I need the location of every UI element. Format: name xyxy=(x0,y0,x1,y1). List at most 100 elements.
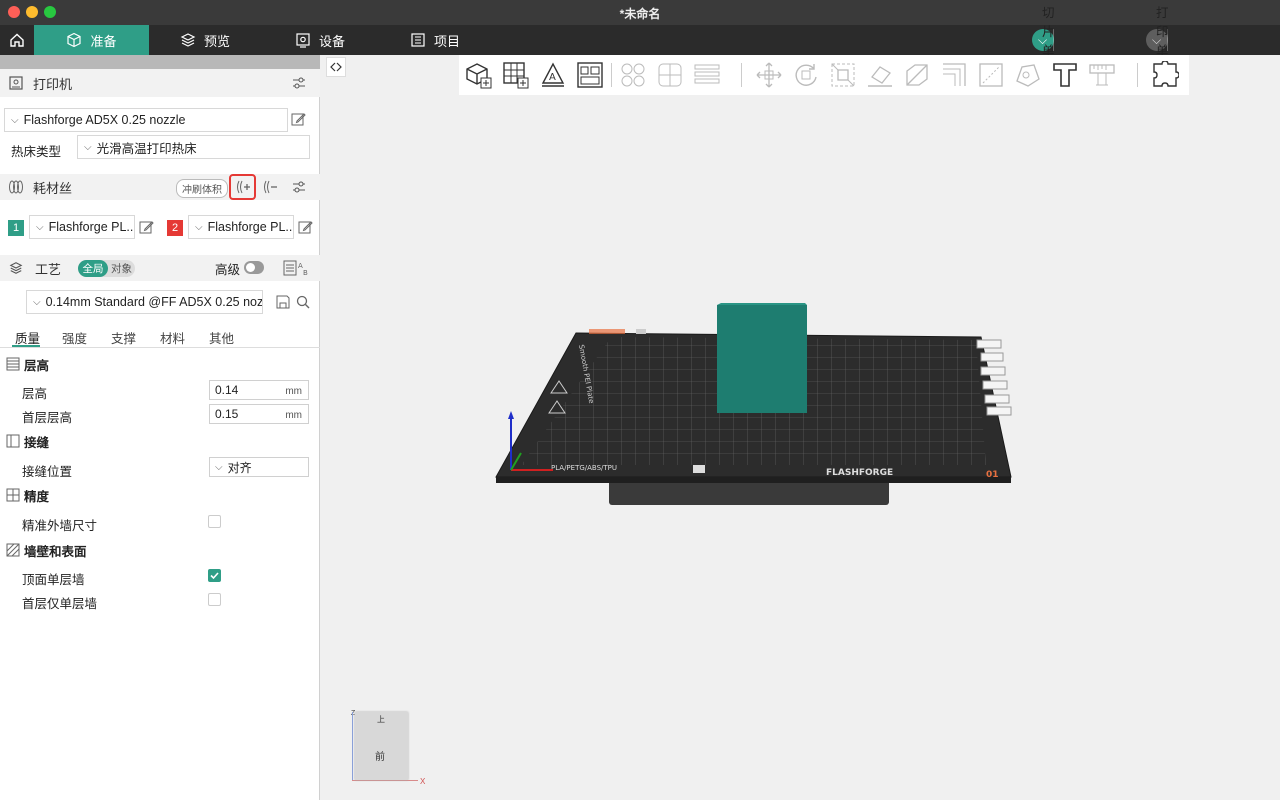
home-icon xyxy=(10,33,24,47)
search-icon[interactable] xyxy=(296,295,310,309)
add-filament-icon xyxy=(236,180,250,194)
layers-icon xyxy=(9,262,23,274)
cut-button[interactable] xyxy=(901,59,933,91)
layers-icon xyxy=(180,33,196,47)
add-object-button[interactable] xyxy=(463,59,495,91)
split-parts-button[interactable] xyxy=(654,59,686,91)
toolbar-separator xyxy=(741,63,742,87)
rotate-icon xyxy=(795,64,817,86)
tab-support[interactable]: 支撑 xyxy=(111,328,136,347)
plate-label-tab xyxy=(589,329,625,334)
tab-others[interactable]: 其他 xyxy=(209,328,234,347)
view-cube-z-axis xyxy=(352,712,353,780)
build-plate[interactable]: PLA/PETG/ABS/TPU FLASHFORGE 01 Smooth PE… xyxy=(481,285,1041,515)
split-objects-button[interactable] xyxy=(617,59,649,91)
first-layer-single-wall-label: 首层仅单层墙 xyxy=(22,597,98,611)
color-paint-button[interactable] xyxy=(1012,59,1044,91)
tab-strength[interactable]: 强度 xyxy=(62,328,87,347)
auto-orient-button[interactable]: A xyxy=(537,59,569,91)
view-cube-front-face[interactable]: 上 前 xyxy=(355,712,408,780)
add-plate-button[interactable] xyxy=(500,59,532,91)
edit-filament-1-icon[interactable] xyxy=(139,220,154,235)
layer-height-unit: mm xyxy=(285,386,302,397)
compare-presets-icon[interactable]: AB xyxy=(283,260,311,276)
bed-type-select[interactable]: ⌵ 光滑高温打印热床 xyxy=(77,135,310,159)
home-button[interactable] xyxy=(0,25,34,55)
group-layer-height: 层高 xyxy=(0,353,320,375)
chevron-down-icon: ⌵ xyxy=(84,141,92,153)
printer-title: 打印机 xyxy=(33,76,73,92)
support-paint-icon xyxy=(943,63,966,86)
toolbar-separator xyxy=(1137,63,1138,87)
slice-plate-button[interactable]: ⌵ 切片单盘 xyxy=(1032,6,1055,77)
layers-edit-button[interactable] xyxy=(691,59,723,91)
arrange-button[interactable] xyxy=(574,59,606,91)
scale-button[interactable] xyxy=(827,59,859,91)
color-paint-icon xyxy=(1016,64,1040,87)
view-cube[interactable]: Z X 上 前 xyxy=(351,710,431,790)
puzzle-icon xyxy=(1153,61,1179,87)
first-layer-height-value: 0.15 xyxy=(215,407,239,421)
3d-viewport[interactable]: A PLA/PETG/ABS/TPU FLASHFORGE 01 Smooth … xyxy=(321,55,1280,800)
move-icon xyxy=(756,62,782,88)
tab-project[interactable]: 项目 xyxy=(395,25,475,55)
toggle-object[interactable]: 对象 xyxy=(108,260,135,277)
lay-on-face-button[interactable] xyxy=(864,59,896,91)
settings-sliders-icon[interactable] xyxy=(292,76,306,90)
edit-filament-2-icon[interactable] xyxy=(298,220,313,235)
bed-type-value: 光滑高温打印热床 xyxy=(96,141,197,156)
plate-logo-mark xyxy=(693,465,705,473)
print-plate-button[interactable]: ⌵ 打印单盘 xyxy=(1146,6,1169,77)
tab-project-label: 项目 xyxy=(433,33,460,49)
filament-settings-icon[interactable] xyxy=(292,180,306,194)
tab-prepare[interactable]: 准备 xyxy=(34,25,149,55)
save-preset-icon[interactable] xyxy=(276,295,290,309)
layer-height-input[interactable]: 0.14 mm xyxy=(209,380,309,400)
view-cube-top-label: 上 xyxy=(377,715,385,724)
text-tool-button[interactable] xyxy=(1049,59,1081,91)
advanced-switch[interactable] xyxy=(244,261,264,274)
tab-preview-label: 预览 xyxy=(203,33,230,49)
filament-spool-icon xyxy=(9,180,23,194)
process-preset-select[interactable]: ⌵ 0.14mm Standard @FF AD5X 0.25 nozz... xyxy=(26,290,263,314)
collapse-panel-button[interactable] xyxy=(326,57,346,77)
support-paint-button[interactable] xyxy=(938,59,970,91)
tab-device[interactable]: 设备 xyxy=(280,25,360,55)
printer-select[interactable]: ⌵ Flashforge AD5X 0.25 nozzle xyxy=(4,108,288,132)
tab-device-label: 设备 xyxy=(318,33,345,49)
precise-wall-checkbox[interactable] xyxy=(208,515,221,528)
measure-icon xyxy=(1089,64,1115,86)
assembly-view-button[interactable] xyxy=(1149,59,1181,91)
seam-position-select[interactable]: ⌵ 对齐 xyxy=(209,457,309,477)
filament-slot-2-select[interactable]: ⌵ Flashforge PL... xyxy=(188,215,294,239)
seam-paint-button[interactable] xyxy=(975,59,1007,91)
plate-brand-text: FLASHFORGE xyxy=(826,468,893,478)
seam-paint-icon xyxy=(979,63,1003,87)
group-precision: 精度 xyxy=(0,484,320,506)
group-precision-title: 精度 xyxy=(24,489,50,504)
edit-printer-icon[interactable] xyxy=(291,112,306,127)
top-single-wall-checkbox[interactable] xyxy=(208,569,221,582)
first-layer-single-wall-checkbox[interactable] xyxy=(208,593,221,606)
remove-filament-icon[interactable] xyxy=(262,180,278,194)
measure-button[interactable] xyxy=(1086,59,1118,91)
add-filament-button[interactable] xyxy=(229,174,256,200)
filament-slot-1-select[interactable]: ⌵ Flashforge PL... xyxy=(29,215,135,239)
split-parts-icon xyxy=(658,63,682,87)
global-object-toggle[interactable]: 全局 对象 xyxy=(78,260,135,277)
chevron-down-icon: ⌵ xyxy=(11,114,19,126)
filament-slot-2-badge: 2 xyxy=(167,220,183,236)
cube-model[interactable] xyxy=(717,305,807,413)
tab-preview[interactable]: 预览 xyxy=(165,25,245,55)
toggle-global[interactable]: 全局 xyxy=(78,260,108,277)
plate-material-text: PLA/PETG/ABS/TPU xyxy=(551,464,617,472)
svg-text:A: A xyxy=(549,72,556,83)
view-cube-axis-x: X xyxy=(420,777,426,786)
seam-icon xyxy=(6,434,20,448)
tab-material[interactable]: 材料 xyxy=(160,328,185,347)
flush-volume-button[interactable]: 冲刷体积 xyxy=(176,179,228,198)
chevron-down-icon: ⌵ xyxy=(215,461,223,473)
first-layer-height-input[interactable]: 0.15 mm xyxy=(209,404,309,424)
rotate-button[interactable] xyxy=(790,59,822,91)
move-button[interactable] xyxy=(753,59,785,91)
